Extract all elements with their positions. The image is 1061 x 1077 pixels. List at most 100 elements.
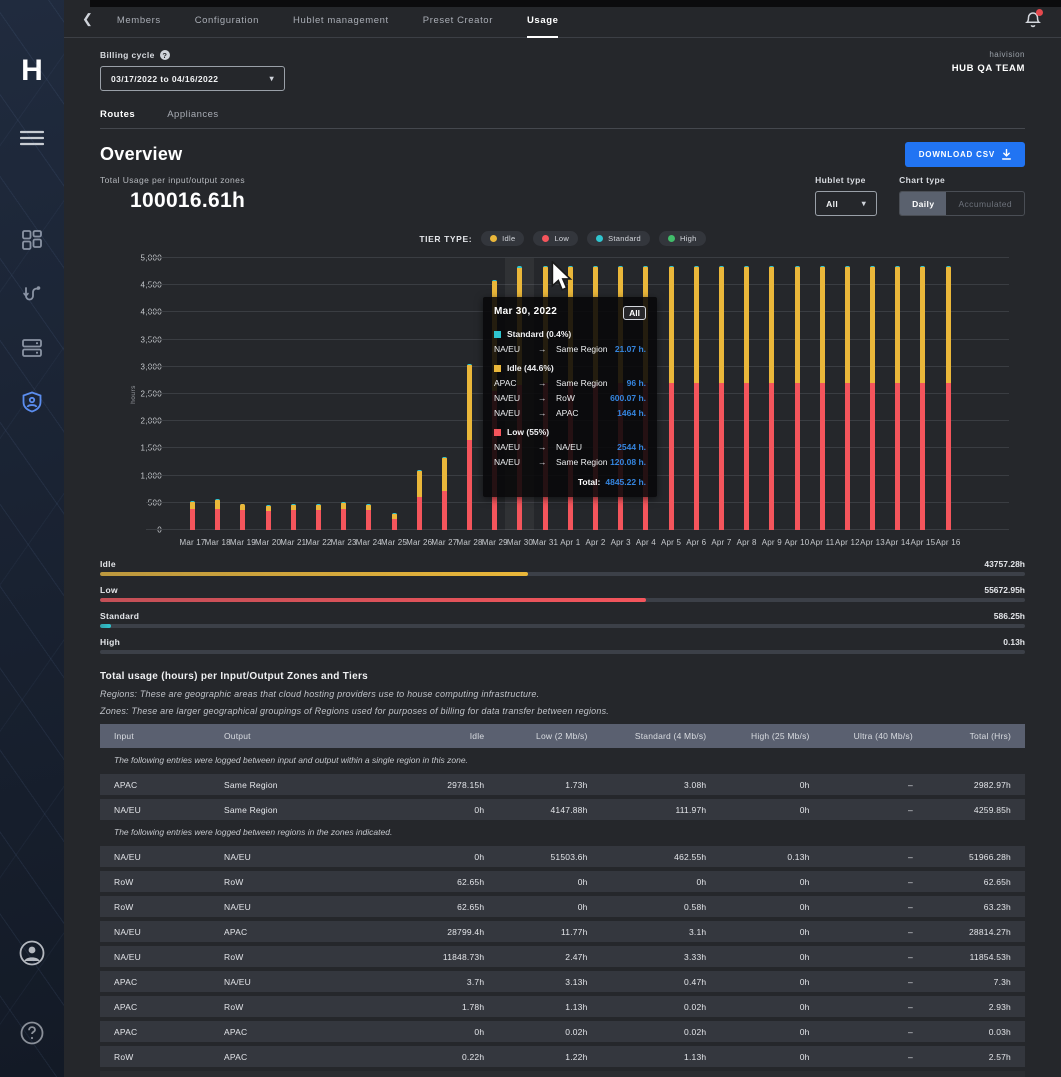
back-chevron-icon[interactable]: ❮	[82, 11, 93, 27]
table-cell: 1.22h	[498, 1052, 601, 1062]
bar-segment-idle	[895, 267, 900, 383]
sub-tabs: Routes Appliances	[100, 103, 1025, 129]
table-cell: APAC	[210, 1052, 395, 1062]
bar-slot-mar-20[interactable]: Mar 20	[256, 258, 281, 530]
tooltip-row: NA/EU→RoW600.07 h.	[494, 393, 646, 403]
bar-segment-low	[341, 509, 346, 530]
bar-slot-mar-22[interactable]: Mar 22	[306, 258, 331, 530]
subtab-appliances[interactable]: Appliances	[167, 103, 218, 128]
table-cell: 0h	[720, 902, 823, 912]
legend-label: Standard	[608, 234, 641, 243]
table-cell: 0h	[498, 877, 601, 887]
legend-pill-high[interactable]: High	[659, 231, 706, 246]
bar-slot-mar-28[interactable]: Mar 28	[457, 258, 482, 530]
tier-fill	[100, 624, 111, 628]
billing-cycle-select[interactable]: 03/17/2022 to 04/16/2022 ▾	[100, 66, 285, 91]
standard-0-4-square-icon	[494, 331, 501, 338]
bar-slot-apr-5[interactable]: Apr 5	[659, 258, 684, 530]
bar-segment-low	[190, 509, 195, 530]
table-cell: 0.58h	[602, 902, 721, 912]
bar-slot-mar-24[interactable]: Mar 24	[356, 258, 381, 530]
bar-slot-mar-21[interactable]: Mar 21	[281, 258, 306, 530]
arrow-right-icon: →	[538, 408, 556, 418]
dashboard-icon[interactable]	[14, 222, 50, 258]
bar-slot-apr-7[interactable]: Apr 7	[709, 258, 734, 530]
table-cell: 0h	[498, 902, 601, 912]
legend-pill-low[interactable]: Low	[533, 231, 578, 246]
bar-segment-low	[870, 383, 875, 530]
idle-dot-icon	[490, 235, 497, 242]
arrow-right-icon: →	[538, 378, 556, 388]
bar-segment-idle	[870, 267, 875, 383]
tab-configuration[interactable]: Configuration	[195, 15, 259, 37]
bar-slot-apr-6[interactable]: Apr 6	[684, 258, 709, 530]
download-csv-button[interactable]: DOWNLOAD CSV	[905, 142, 1025, 167]
bar-slot-mar-26[interactable]: Mar 26	[407, 258, 432, 530]
bar-slot-mar-17[interactable]: Mar 17	[180, 258, 205, 530]
appliances-icon[interactable]	[14, 330, 50, 366]
table-cell: 28799.4h	[395, 927, 498, 937]
table-cell: 0h	[602, 877, 721, 887]
bar-slot-apr-9[interactable]: Apr 9	[759, 258, 784, 530]
tier-total-high: High0.13h	[100, 637, 1025, 654]
bar-segment-low	[920, 383, 925, 530]
tooltip-row: NA/EU→Same Region21.07 h.	[494, 344, 646, 354]
table-cell: 3.08h	[602, 780, 721, 790]
legend-pill-idle[interactable]: Idle	[481, 231, 524, 246]
stacked-bar	[366, 504, 371, 530]
admin-shield-icon[interactable]	[14, 384, 50, 420]
bar-slot-apr-14[interactable]: Apr 14	[885, 258, 910, 530]
bar-slot-apr-11[interactable]: Apr 11	[810, 258, 835, 530]
haivision-logo-icon[interactable]: H	[21, 56, 43, 86]
x-tick-label: Mar 18	[205, 538, 231, 547]
table-cell: 1.13h	[498, 1002, 601, 1012]
usage-bar-chart: hours 05001,0001,5002,0002,5003,0003,500…	[100, 249, 1025, 545]
hublet-type-select[interactable]: All ▾	[815, 191, 877, 216]
tab-hublet-management[interactable]: Hublet management	[293, 15, 389, 37]
tab-usage[interactable]: Usage	[527, 15, 559, 37]
legend-pill-standard[interactable]: Standard	[587, 231, 650, 246]
tab-members[interactable]: Members	[117, 15, 161, 37]
bar-slot-apr-15[interactable]: Apr 15	[910, 258, 935, 530]
x-tick-label: Mar 20	[255, 538, 281, 547]
bar-slot-apr-12[interactable]: Apr 12	[835, 258, 860, 530]
table-cell: 1.78h	[395, 1002, 498, 1012]
chevron-down-icon: ▾	[270, 74, 274, 83]
bar-slot-apr-10[interactable]: Apr 10	[785, 258, 810, 530]
table-cell: –	[824, 805, 927, 815]
chart-type-daily[interactable]: Daily	[900, 192, 946, 215]
table-cell: RoW	[210, 1002, 395, 1012]
bar-slot-mar-27[interactable]: Mar 27	[432, 258, 457, 530]
zones-description: Zones: These are larger geographical gro…	[100, 706, 1025, 716]
help-icon[interactable]	[14, 1015, 50, 1051]
tier-name: Idle (44.6%)	[507, 363, 554, 373]
bar-segment-low	[719, 383, 724, 530]
bar-slot-mar-25[interactable]: Mar 25	[382, 258, 407, 530]
col-header-ultra-40-mb-s: Ultra (40 Mb/s)	[824, 731, 927, 741]
bar-slot-mar-18[interactable]: Mar 18	[205, 258, 230, 530]
bar-slot-mar-19[interactable]: Mar 19	[230, 258, 255, 530]
table-row: NA/EUSame Region0h4147.88h111.97h0h–4259…	[100, 799, 1025, 820]
routes-icon[interactable]	[14, 276, 50, 312]
route-from: NA/EU	[494, 442, 538, 452]
table-row: APACNA/EU3.7h3.13h0.47h0h–7.3h	[100, 971, 1025, 992]
notifications-bell-icon[interactable]	[1025, 11, 1041, 28]
bar-slot-apr-13[interactable]: Apr 13	[860, 258, 885, 530]
menu-icon[interactable]	[14, 120, 50, 156]
chart-type-accumulated[interactable]: Accumulated	[946, 192, 1024, 215]
info-icon[interactable]: ?	[160, 50, 170, 60]
table-cell: NA/EU	[100, 852, 210, 862]
bar-slot-apr-8[interactable]: Apr 8	[734, 258, 759, 530]
regions-description: Regions: These are geographic areas that…	[100, 689, 1025, 699]
tooltip-total-label: Total:	[578, 477, 601, 487]
chart-type-toggle: DailyAccumulated	[899, 191, 1025, 216]
subtab-routes[interactable]: Routes	[100, 103, 135, 128]
bar-slot-apr-16[interactable]: Apr 16	[936, 258, 961, 530]
table-cell: APAC	[210, 1027, 395, 1037]
table-cell: –	[824, 1052, 927, 1062]
account-icon[interactable]	[14, 935, 50, 971]
table-cell: 2.57h	[927, 1052, 1025, 1062]
tab-preset-creator[interactable]: Preset Creator	[423, 15, 493, 37]
bar-slot-mar-23[interactable]: Mar 23	[331, 258, 356, 530]
x-tick-label: Apr 4	[636, 538, 656, 547]
